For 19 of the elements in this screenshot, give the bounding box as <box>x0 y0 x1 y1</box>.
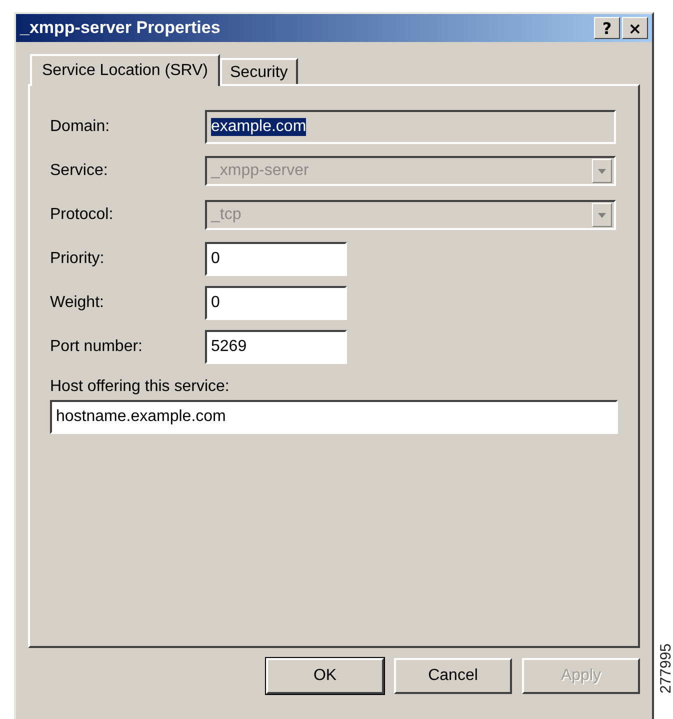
close-button[interactable]: × <box>622 17 648 39</box>
tab[interactable]: Service Location (SRV) <box>30 54 220 86</box>
field-label: Weight: <box>50 294 105 312</box>
dialog-button[interactable]: Cancel <box>394 658 512 694</box>
field-label: Host offering this service: <box>50 378 230 396</box>
field-label: Domain: <box>50 118 111 136</box>
figure-number: 277995 <box>657 643 673 694</box>
dialog-button[interactable]: OK <box>266 658 384 694</box>
field-label: Port number: <box>50 338 144 356</box>
tab[interactable]: Security <box>220 58 298 84</box>
input-field[interactable]: 0 <box>205 286 347 320</box>
input-field[interactable]: 5269 <box>205 330 347 364</box>
window-title: _xmpp-server Properties <box>20 18 220 38</box>
input-field[interactable]: hostname.example.com <box>50 400 618 434</box>
field-label: Service: <box>50 162 109 180</box>
field-label: Priority: <box>50 250 106 268</box>
help-button[interactable]: ? <box>594 17 620 39</box>
input-field[interactable]: 0 <box>205 242 347 276</box>
field-label: Protocol: <box>50 206 114 224</box>
